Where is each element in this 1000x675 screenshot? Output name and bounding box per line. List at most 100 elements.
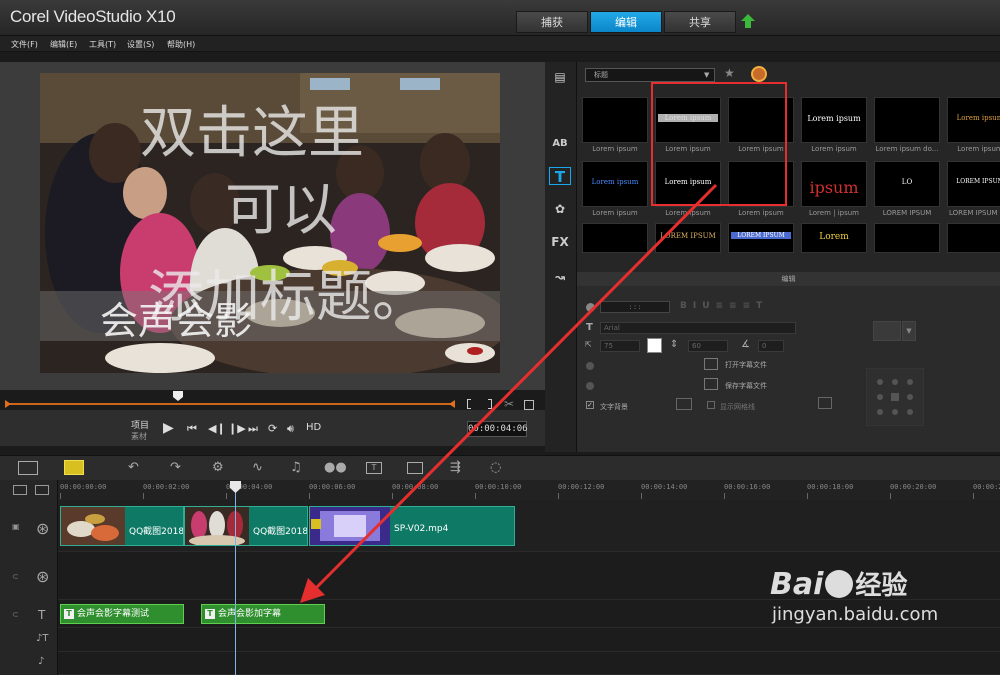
color-select-arrow-icon[interactable]: ▼: [902, 321, 916, 341]
text-style-buttons[interactable]: BIU≡≡≡T: [680, 301, 768, 311]
title-thumbnail[interactable]: [582, 223, 648, 253]
time-ruler[interactable]: [58, 480, 1000, 500]
ruler-tick-label: 00:00:12:00: [558, 483, 605, 491]
open-subtitle-button[interactable]: 打开字幕文件: [725, 360, 767, 370]
timecode-display[interactable]: 00:00:04:06: [467, 421, 528, 437]
font-size-select[interactable]: 75: [600, 340, 640, 352]
title-thumbnail[interactable]: Lorem: [801, 223, 867, 253]
timeline-playhead[interactable]: [235, 482, 236, 675]
tab-capture[interactable]: 捕获: [516, 11, 588, 33]
title-thumbnail[interactable]: [874, 97, 940, 143]
record-capture-icon[interactable]: ⚙: [212, 460, 224, 475]
show-grid-checkbox[interactable]: [707, 401, 715, 409]
hd-toggle[interactable]: HD: [306, 422, 321, 433]
next-frame-icon[interactable]: ❙▶: [228, 422, 246, 435]
title-thumbnail[interactable]: ipsum: [801, 161, 867, 207]
title-thumbnail[interactable]: LOREM IPSUM: [728, 223, 794, 253]
multi-camera-icon[interactable]: [407, 462, 423, 474]
transition-icon[interactable]: AB: [549, 135, 571, 153]
color-swatch[interactable]: [647, 338, 662, 353]
music-track[interactable]: [58, 652, 1000, 675]
library-dropdown[interactable]: 标题: [585, 68, 715, 82]
tab-share[interactable]: 共享: [664, 11, 736, 33]
enlarge-icon[interactable]: [524, 400, 534, 410]
mark-in-icon[interactable]: [467, 399, 471, 409]
clip-mode-label[interactable]: 素材: [131, 431, 147, 442]
alignment-grid-icon[interactable]: [866, 368, 924, 426]
track-toggle-icon[interactable]: ▣: [12, 522, 20, 531]
sound-mixer-icon[interactable]: ∿: [252, 460, 263, 475]
title-lock-icon[interactable]: ⊂: [12, 610, 19, 619]
grid-settings-icon[interactable]: [818, 397, 832, 409]
chapter-icon[interactable]: [35, 485, 49, 495]
single-title-radio[interactable]: [586, 362, 594, 370]
playhead-marker-icon[interactable]: [173, 391, 183, 401]
storyboard-view-icon[interactable]: [18, 461, 38, 475]
menu-file[interactable]: 文件(F): [11, 39, 38, 50]
add-favorite-icon[interactable]: ★: [724, 66, 735, 80]
options-header: 编辑: [577, 272, 1000, 286]
project-mode-label[interactable]: 项目: [131, 418, 149, 431]
redo-icon[interactable]: ↷: [170, 460, 181, 475]
background-settings-icon[interactable]: [676, 398, 692, 410]
menu-tools[interactable]: 工具(T): [89, 39, 116, 50]
multi-title-radio[interactable]: [586, 382, 594, 390]
duration-field[interactable]: : : :: [600, 301, 670, 313]
cut-icon[interactable]: ✂: [504, 397, 514, 411]
color-select[interactable]: [873, 321, 901, 341]
save-subtitle-icon[interactable]: [704, 378, 718, 390]
title-thumbnail[interactable]: [582, 97, 648, 143]
voice-track[interactable]: [58, 628, 1000, 652]
previous-frame-icon[interactable]: ◀❙: [208, 422, 226, 435]
motion-tracking-icon[interactable]: ●●: [324, 460, 347, 475]
media-icon[interactable]: ▤: [549, 68, 571, 86]
menu-settings[interactable]: 设置(S): [127, 39, 154, 50]
angle-field[interactable]: 0: [758, 340, 784, 352]
font-select[interactable]: Arial: [600, 322, 796, 334]
home-icon[interactable]: ⏮: [187, 422, 197, 436]
content-store-icon[interactable]: [751, 66, 767, 82]
open-subtitle-icon[interactable]: [704, 358, 718, 370]
title-clip[interactable]: T 会声会影加字幕: [201, 604, 325, 624]
title-thumbnail[interactable]: LOREM IPSUM: [655, 223, 721, 253]
scrubber-bar[interactable]: [5, 400, 455, 408]
time-remapping-icon[interactable]: ⇶: [450, 460, 461, 475]
graphic-icon[interactable]: ✿: [549, 200, 571, 218]
title-clip[interactable]: T 会声会影字幕测试: [60, 604, 184, 624]
repeat-icon[interactable]: ⟳: [268, 422, 277, 435]
title-thumbnail[interactable]: LOREM IPSUM: [947, 161, 1000, 207]
play-icon[interactable]: ▶: [163, 420, 174, 436]
timeline-view-icon[interactable]: [64, 460, 84, 475]
path-icon[interactable]: ↝: [549, 268, 571, 286]
title-thumbnail[interactable]: LO: [874, 161, 940, 207]
title-thumbnail[interactable]: [947, 223, 1000, 253]
end-icon[interactable]: ⏭: [248, 422, 258, 436]
video-clip[interactable]: SP-V02.mp4: [309, 506, 515, 546]
mark-out-icon[interactable]: [488, 399, 492, 409]
title-icon[interactable]: T: [549, 167, 571, 186]
title-thumbnail[interactable]: Lorem ipsum: [801, 97, 867, 143]
track-manager-icon[interactable]: [13, 485, 27, 495]
show-grid-label: 显示网格线: [720, 403, 755, 411]
thumbnail-preview-text: Lorem: [819, 232, 849, 242]
auto-music-icon[interactable]: ♫: [290, 460, 302, 475]
line-spacing-select[interactable]: 60: [688, 340, 728, 352]
undo-icon[interactable]: ↶: [128, 460, 139, 475]
upload-arrow-icon[interactable]: [740, 13, 756, 29]
save-subtitle-button[interactable]: 保存字幕文件: [725, 381, 767, 391]
filter-fx-icon[interactable]: FX: [549, 233, 571, 251]
title-thumbnail[interactable]: [874, 223, 940, 253]
tab-edit[interactable]: 编辑: [590, 11, 662, 33]
volume-icon[interactable]: 🔊︎: [287, 422, 294, 436]
subtitle-editor-icon[interactable]: T: [366, 462, 382, 474]
menu-edit[interactable]: 编辑(E): [50, 39, 77, 50]
video-clip[interactable]: QQ截图2018...: [60, 506, 184, 546]
video-clip[interactable]: QQ截图2018...: [184, 506, 308, 546]
menu-help[interactable]: 帮助(H): [167, 39, 195, 50]
text-background-checkbox[interactable]: ✓: [586, 401, 594, 409]
title-thumbnail[interactable]: Lorem ipsum: [947, 97, 1000, 143]
title-thumbnail[interactable]: Lorem ipsum: [582, 161, 648, 207]
timeline-playhead-handle-icon[interactable]: [230, 481, 241, 493]
overlay-lock-icon[interactable]: ⊂: [12, 572, 19, 581]
mask-creator-icon[interactable]: ◌: [490, 460, 501, 475]
